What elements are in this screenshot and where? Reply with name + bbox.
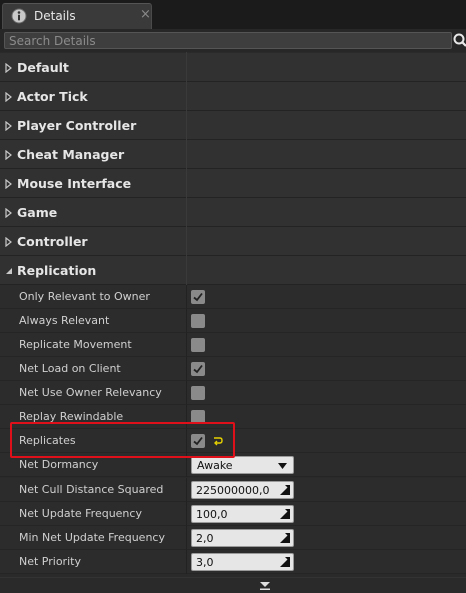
- net-use-owner-relevancy-checkbox[interactable]: [191, 386, 205, 400]
- property-row: Min Net Update Frequency 2,0: [0, 526, 466, 550]
- column-divider: [186, 502, 187, 526]
- property-label: Min Net Update Frequency: [19, 531, 165, 544]
- category-replication[interactable]: Replication: [0, 256, 466, 285]
- property-label: Net Update Frequency: [19, 507, 142, 520]
- net-update-frequency-field[interactable]: 100,0: [191, 505, 294, 523]
- property-label: Replicate Movement: [19, 338, 132, 351]
- category-default[interactable]: Default: [0, 53, 466, 82]
- column-divider: [186, 405, 187, 429]
- property-label: Net Priority: [19, 555, 81, 568]
- column-divider: [186, 309, 187, 333]
- category-label: Game: [17, 205, 58, 220]
- category-label: Mouse Interface: [17, 176, 132, 191]
- category-label: Actor Tick: [17, 89, 88, 104]
- column-divider: [186, 357, 187, 381]
- column-divider: [186, 550, 187, 574]
- details-tab[interactable]: Details ×: [2, 3, 152, 29]
- column-divider: [186, 381, 187, 405]
- scroll-footer: [0, 577, 466, 593]
- replicates-checkbox[interactable]: [191, 434, 205, 448]
- category-player-controller[interactable]: Player Controller: [0, 111, 466, 140]
- expand-arrow-icon: [5, 92, 12, 102]
- dropdown-arrow-icon: [278, 463, 287, 469]
- field-value: 225000000,0: [196, 484, 270, 497]
- net-cull-distance-squared-field[interactable]: 225000000,0: [191, 481, 294, 499]
- property-label: Always Relevant: [19, 314, 110, 327]
- reset-to-default-icon[interactable]: [212, 435, 224, 447]
- expand-arrow-icon: [5, 237, 12, 247]
- category-label: Replication: [17, 263, 97, 278]
- drag-handle-icon[interactable]: [280, 557, 290, 567]
- expand-arrow-icon: [5, 208, 12, 218]
- drag-handle-icon[interactable]: [280, 533, 290, 543]
- column-divider: [186, 453, 187, 477]
- property-row: Replicates: [0, 429, 466, 453]
- category-game[interactable]: Game: [0, 198, 466, 227]
- category-label: Cheat Manager: [17, 147, 125, 162]
- collapse-arrow-icon: [6, 268, 12, 274]
- property-label: Net Cull Distance Squared: [19, 483, 164, 496]
- scroll-down-arrow-icon[interactable]: [259, 581, 271, 591]
- property-label: Only Relevant to Owner: [19, 290, 150, 303]
- property-row: Net Dormancy Awake: [0, 453, 466, 477]
- property-row: Always Relevant: [0, 309, 466, 333]
- checkmark-icon: [193, 364, 203, 374]
- checkmark-icon: [193, 292, 203, 302]
- expand-arrow-icon: [5, 121, 12, 131]
- net-priority-field[interactable]: 3,0: [191, 553, 294, 571]
- search-bar: [0, 29, 466, 52]
- field-value: 2,0: [196, 532, 214, 545]
- category-controller[interactable]: Controller: [0, 227, 466, 256]
- category-label: Default: [17, 60, 69, 75]
- column-divider: [186, 285, 187, 309]
- expand-arrow-icon: [5, 179, 12, 189]
- property-label: Net Load on Client: [19, 362, 121, 375]
- dropdown-value: Awake: [197, 459, 233, 472]
- category-cheat-manager[interactable]: Cheat Manager: [0, 140, 466, 169]
- category-label: Player Controller: [17, 118, 137, 133]
- property-row: Net Use Owner Relevancy: [0, 381, 466, 405]
- category-actor-tick[interactable]: Actor Tick: [0, 82, 466, 111]
- category-label: Controller: [17, 234, 88, 249]
- column-divider: [186, 526, 187, 550]
- search-input[interactable]: [4, 32, 452, 49]
- drag-handle-icon[interactable]: [280, 485, 290, 495]
- column-divider[interactable]: [186, 52, 187, 285]
- property-row: Replay Rewindable: [0, 405, 466, 429]
- property-row: Net Load on Client: [0, 357, 466, 381]
- property-row: Only Relevant to Owner: [0, 285, 466, 309]
- field-value: 100,0: [196, 508, 228, 521]
- category-mouse-interface[interactable]: Mouse Interface: [0, 169, 466, 198]
- net-dormancy-dropdown[interactable]: Awake: [191, 456, 294, 474]
- always-relevant-checkbox[interactable]: [191, 314, 205, 328]
- field-value: 3,0: [196, 556, 214, 569]
- tab-label: Details: [34, 9, 76, 23]
- replay-rewindable-checkbox[interactable]: [191, 410, 205, 424]
- property-label: Net Dormancy: [19, 458, 99, 471]
- net-load-on-client-checkbox[interactable]: [191, 362, 205, 376]
- property-label: Net Use Owner Relevancy: [19, 386, 162, 399]
- only-relevant-to-owner-checkbox[interactable]: [191, 290, 205, 304]
- search-icon[interactable]: [452, 32, 466, 48]
- details-icon: [11, 8, 27, 24]
- property-row: Net Update Frequency 100,0: [0, 502, 466, 526]
- checkmark-icon: [193, 436, 203, 446]
- tab-bar: Details ×: [0, 0, 466, 29]
- min-net-update-frequency-field[interactable]: 2,0: [191, 529, 294, 547]
- property-row: Net Priority 3,0: [0, 550, 466, 574]
- expand-arrow-icon: [5, 63, 12, 73]
- column-divider: [186, 333, 187, 357]
- replicate-movement-checkbox[interactable]: [191, 338, 205, 352]
- property-row: Net Cull Distance Squared 225000000,0: [0, 478, 466, 502]
- property-label: Replay Rewindable: [19, 410, 124, 423]
- column-divider: [186, 429, 187, 453]
- column-divider: [186, 478, 187, 502]
- property-row: Replicate Movement: [0, 333, 466, 357]
- expand-arrow-icon: [5, 150, 12, 160]
- property-label: Replicates: [19, 434, 76, 447]
- close-icon[interactable]: ×: [140, 7, 151, 23]
- drag-handle-icon[interactable]: [280, 509, 290, 519]
